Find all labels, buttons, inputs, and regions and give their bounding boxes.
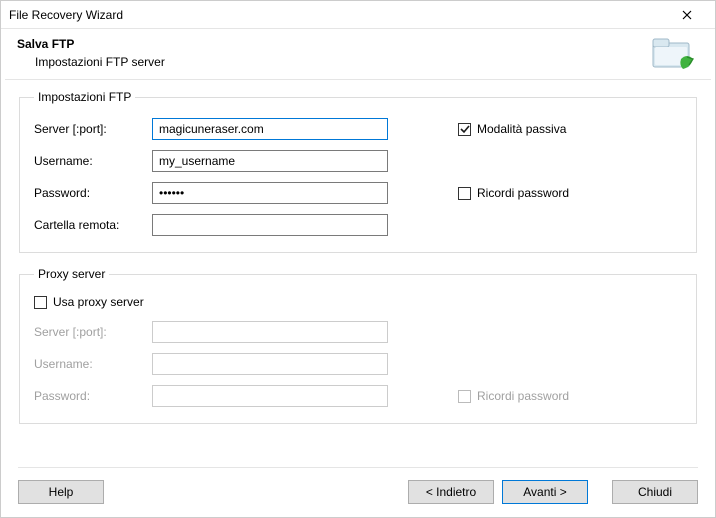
help-button[interactable]: Help (18, 480, 104, 504)
check-icon (458, 390, 471, 403)
checkbox-remember-password[interactable]: Ricordi password (458, 186, 569, 200)
check-icon (458, 187, 471, 200)
input-ftp-server[interactable] (152, 118, 388, 140)
label-ftp-remote-folder: Cartella remota: (34, 218, 152, 232)
label-proxy-remember-password: Ricordi password (477, 389, 569, 403)
label-passive-mode: Modalità passiva (477, 122, 566, 136)
page-subtitle: Impostazioni FTP server (35, 55, 699, 69)
wizard-header: Salva FTP Impostazioni FTP server (1, 29, 715, 79)
label-ftp-password: Password: (34, 186, 152, 200)
label-remember-password: Ricordi password (477, 186, 569, 200)
divider (18, 467, 698, 468)
label-proxy-password: Password: (34, 389, 152, 403)
label-proxy-username: Username: (34, 357, 152, 371)
input-ftp-username[interactable] (152, 150, 388, 172)
check-icon (34, 296, 47, 309)
checkbox-use-proxy[interactable]: Usa proxy server (34, 295, 682, 309)
page-title: Salva FTP (17, 37, 699, 51)
input-ftp-remote-folder[interactable] (152, 214, 388, 236)
input-proxy-username (152, 353, 388, 375)
back-button[interactable]: < Indietro (408, 480, 494, 504)
checkbox-proxy-remember-password: Ricordi password (458, 389, 569, 403)
wizard-footer: Help < Indietro Avanti > Chiudi (0, 455, 716, 518)
group-proxy-server: Proxy server Usa proxy server Server [:p… (19, 267, 697, 424)
group-ftp-legend: Impostazioni FTP (34, 90, 135, 104)
input-proxy-server (152, 321, 388, 343)
checkbox-passive-mode[interactable]: Modalità passiva (458, 122, 566, 136)
window-title: File Recovery Wizard (9, 8, 667, 22)
label-use-proxy: Usa proxy server (53, 295, 144, 309)
label-ftp-username: Username: (34, 154, 152, 168)
label-ftp-server: Server [:port]: (34, 122, 152, 136)
check-icon (458, 123, 471, 136)
close-icon[interactable] (667, 3, 707, 27)
group-ftp-settings: Impostazioni FTP Server [:port]: Modalit… (19, 90, 697, 253)
titlebar: File Recovery Wizard (1, 1, 715, 29)
next-button[interactable]: Avanti > (502, 480, 588, 504)
ftp-folder-icon (651, 35, 699, 78)
input-proxy-password (152, 385, 388, 407)
label-proxy-server: Server [:port]: (34, 325, 152, 339)
input-ftp-password[interactable] (152, 182, 388, 204)
close-button[interactable]: Chiudi (612, 480, 698, 504)
group-proxy-legend: Proxy server (34, 267, 109, 281)
